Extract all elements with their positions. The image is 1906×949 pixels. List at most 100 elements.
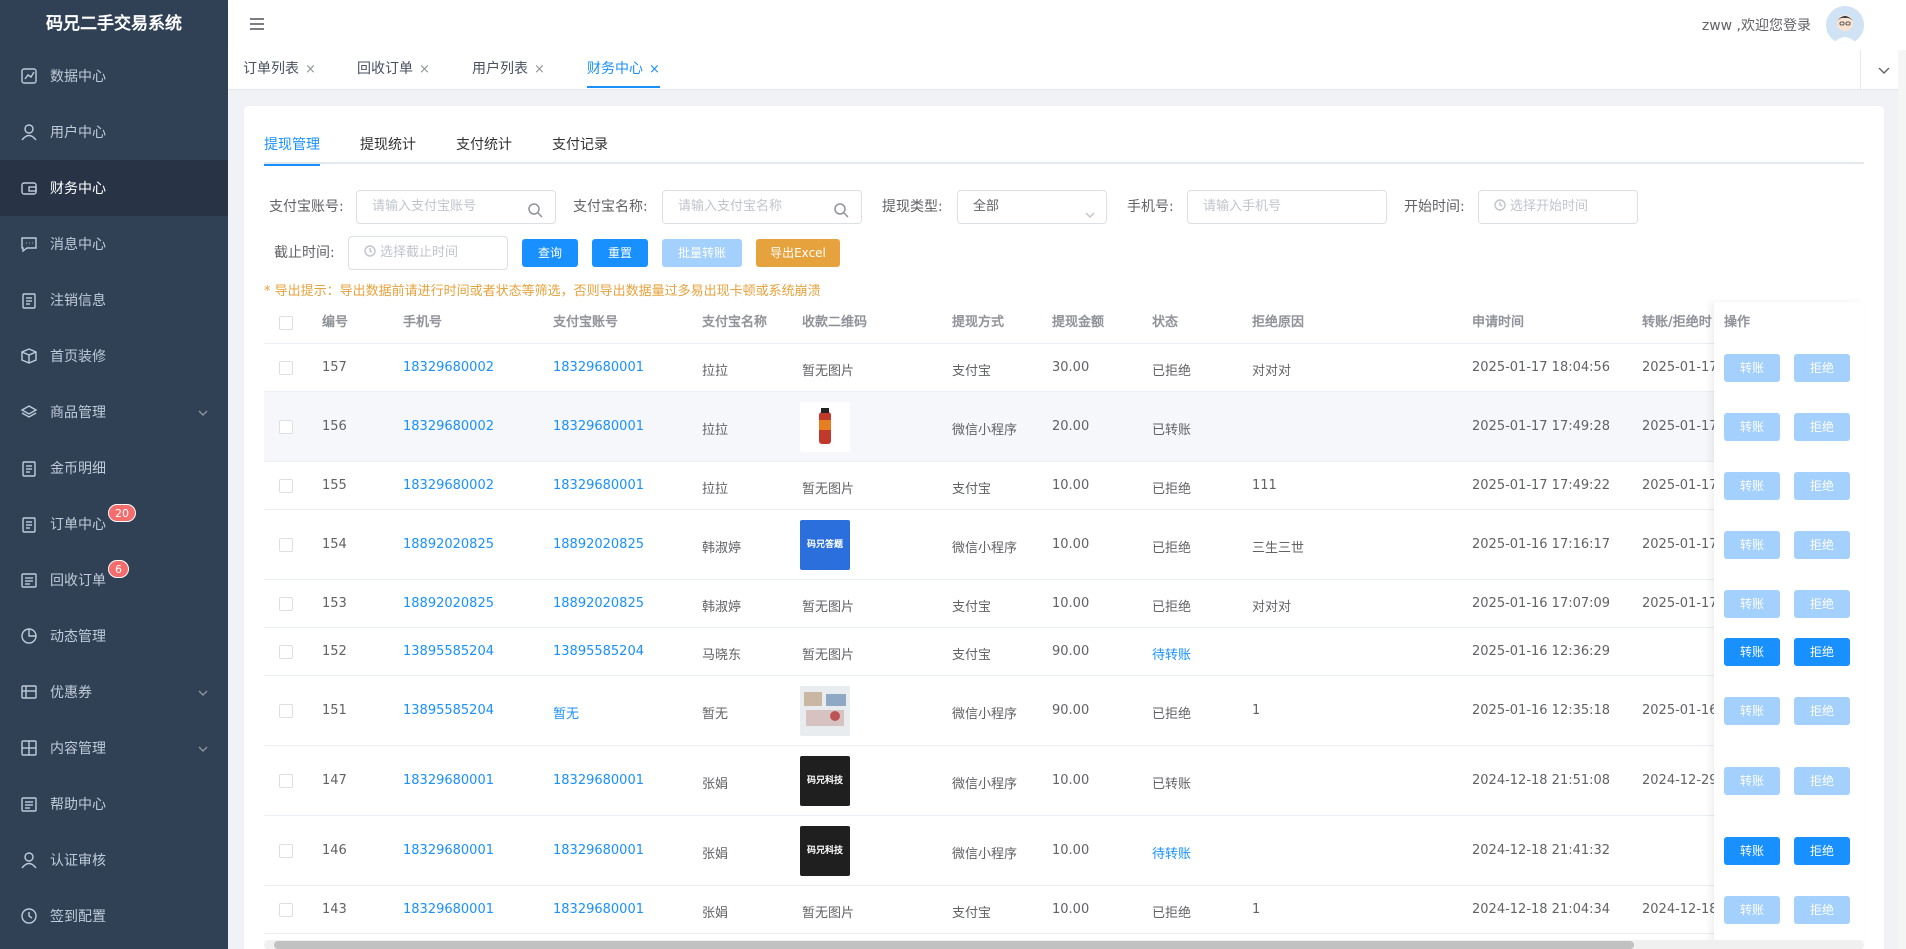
cell-phone[interactable]: 13895585204: [403, 644, 494, 659]
sidebar-item-goods[interactable]: 商品管理: [0, 384, 228, 440]
sidebar-item-cancel-info[interactable]: 注销信息: [0, 272, 228, 328]
sidebar-item-recycle-orders[interactable]: 回收订单 6: [0, 552, 228, 608]
close-icon[interactable]: ×: [419, 62, 430, 77]
qr-code-image[interactable]: 码兄科技: [800, 756, 850, 806]
scrollbar-thumb[interactable]: [274, 941, 1634, 949]
cell-phone[interactable]: 18329680001: [403, 773, 494, 788]
start-time-picker[interactable]: 选择开始时间: [1478, 190, 1638, 224]
reject-button[interactable]: 拒绝: [1794, 767, 1850, 795]
row-checkbox[interactable]: [279, 844, 293, 858]
row-checkbox[interactable]: [279, 645, 293, 659]
row-checkbox[interactable]: [279, 704, 293, 718]
cell-status[interactable]: 待转账: [1152, 644, 1191, 663]
row-checkbox[interactable]: [279, 774, 293, 788]
cell-status[interactable]: 待转账: [1152, 843, 1191, 862]
qr-code-image[interactable]: [800, 402, 850, 452]
transfer-button[interactable]: 转账: [1724, 354, 1780, 382]
sidebar-item-coins[interactable]: 金币明细: [0, 440, 228, 496]
reject-button[interactable]: 拒绝: [1794, 472, 1850, 500]
reject-button[interactable]: 拒绝: [1794, 896, 1850, 924]
tab-payment-records[interactable]: 支付记录: [552, 134, 608, 164]
qr-code-image[interactable]: [800, 686, 850, 736]
tag-user-list[interactable]: 用户列表 ×: [472, 50, 545, 88]
sidebar-item-auth[interactable]: 认证审核: [0, 832, 228, 888]
cell-alipay[interactable]: 13895585204: [553, 644, 644, 659]
phone-input[interactable]: 请输入手机号: [1187, 190, 1387, 224]
reject-button[interactable]: 拒绝: [1794, 697, 1850, 725]
row-checkbox[interactable]: [279, 420, 293, 434]
query-button[interactable]: 查询: [522, 239, 578, 267]
select-all-checkbox[interactable]: [279, 316, 293, 330]
cell-alipay[interactable]: 18892020825: [553, 537, 644, 552]
cell-alipay[interactable]: 18892020825: [553, 596, 644, 611]
sidebar-item-home-decor[interactable]: 首页装修: [0, 328, 228, 384]
alipay-name-input[interactable]: 请输入支付宝名称: [662, 190, 862, 224]
transfer-button[interactable]: 转账: [1724, 531, 1780, 559]
cell-alipay[interactable]: 暂无: [553, 703, 579, 722]
reject-button[interactable]: 拒绝: [1794, 837, 1850, 865]
reject-button[interactable]: 拒绝: [1794, 354, 1850, 382]
cell-phone[interactable]: 18892020825: [403, 596, 494, 611]
transfer-button[interactable]: 转账: [1724, 413, 1780, 441]
cell-alipay[interactable]: 18329680001: [553, 478, 644, 493]
horizontal-scrollbar[interactable]: [264, 940, 1864, 949]
sidebar-item-coupons[interactable]: 优惠券: [0, 664, 228, 720]
cell-phone[interactable]: 18329680002: [403, 419, 494, 434]
avatar[interactable]: [1826, 6, 1864, 44]
vertical-scrollbar[interactable]: [1898, 50, 1906, 949]
transfer-button[interactable]: 转账: [1724, 896, 1780, 924]
tag-recycle-orders[interactable]: 回收订单 ×: [357, 50, 430, 88]
sidebar-item-data-center[interactable]: 数据中心: [0, 48, 228, 104]
alipay-account-input[interactable]: 请输入支付宝账号: [356, 190, 556, 224]
close-icon[interactable]: ×: [649, 62, 660, 77]
batch-transfer-button[interactable]: 批量转账: [662, 239, 742, 267]
transfer-button[interactable]: 转账: [1724, 767, 1780, 795]
cell-phone[interactable]: 18329680002: [403, 478, 494, 493]
transfer-button[interactable]: 转账: [1724, 837, 1780, 865]
reject-button[interactable]: 拒绝: [1794, 590, 1850, 618]
row-checkbox[interactable]: [279, 361, 293, 375]
reject-button[interactable]: 拒绝: [1794, 413, 1850, 441]
tag-finance-center[interactable]: 财务中心 ×: [587, 50, 660, 88]
reject-button[interactable]: 拒绝: [1794, 638, 1850, 666]
withdraw-type-select[interactable]: 全部: [957, 190, 1107, 224]
tag-order-list[interactable]: 订单列表 ×: [243, 50, 316, 88]
row-checkbox[interactable]: [279, 597, 293, 611]
tab-withdraw-stats[interactable]: 提现统计: [360, 134, 416, 164]
cell-phone[interactable]: 13895585204: [403, 703, 494, 718]
transfer-button[interactable]: 转账: [1724, 590, 1780, 618]
sidebar-item-orders[interactable]: 订单中心 20: [0, 496, 228, 552]
cell-alipay[interactable]: 18329680001: [553, 360, 644, 375]
cell-alipay[interactable]: 18329680001: [553, 902, 644, 917]
cell-alipay[interactable]: 18329680001: [553, 773, 644, 788]
qr-code-image[interactable]: 码兄答题: [800, 520, 850, 570]
row-checkbox[interactable]: [279, 538, 293, 552]
close-icon[interactable]: ×: [305, 62, 316, 77]
hamburger-icon[interactable]: [248, 15, 266, 33]
export-excel-button[interactable]: 导出Excel: [756, 239, 840, 267]
reset-button[interactable]: 重置: [592, 239, 648, 267]
cell-phone[interactable]: 18329680002: [403, 360, 494, 375]
cell-alipay[interactable]: 18329680001: [553, 843, 644, 858]
cell-phone[interactable]: 18329680001: [403, 843, 494, 858]
sidebar-item-dynamics[interactable]: 动态管理: [0, 608, 228, 664]
sidebar-item-finance-center[interactable]: 财务中心: [0, 160, 228, 216]
sidebar-item-user-center[interactable]: 用户中心: [0, 104, 228, 160]
tab-withdraw-management[interactable]: 提现管理: [264, 134, 320, 166]
end-time-picker[interactable]: 选择截止时间: [348, 236, 508, 270]
cell-phone[interactable]: 18892020825: [403, 537, 494, 552]
qr-code-image[interactable]: 码兄科技: [800, 826, 850, 876]
cell-phone[interactable]: 18329680001: [403, 902, 494, 917]
sidebar-item-signin[interactable]: 签到配置: [0, 888, 228, 944]
reject-button[interactable]: 拒绝: [1794, 531, 1850, 559]
sidebar-item-content[interactable]: 内容管理: [0, 720, 228, 776]
tab-payment-stats[interactable]: 支付统计: [456, 134, 512, 164]
sidebar-item-message-center[interactable]: 消息中心: [0, 216, 228, 272]
transfer-button[interactable]: 转账: [1724, 472, 1780, 500]
row-checkbox[interactable]: [279, 903, 293, 917]
row-checkbox[interactable]: [279, 479, 293, 493]
close-icon[interactable]: ×: [534, 62, 545, 77]
sidebar-item-help[interactable]: 帮助中心: [0, 776, 228, 832]
transfer-button[interactable]: 转账: [1724, 697, 1780, 725]
cell-alipay[interactable]: 18329680001: [553, 419, 644, 434]
